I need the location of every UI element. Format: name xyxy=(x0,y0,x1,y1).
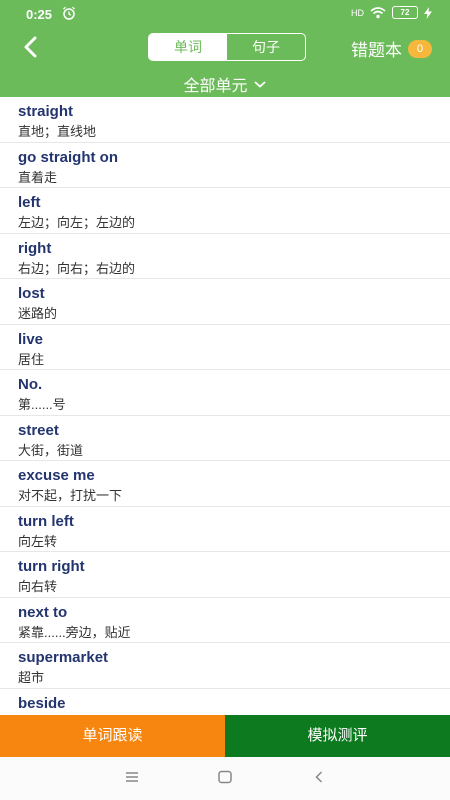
status-icons: HD 72 xyxy=(351,6,432,19)
list-item[interactable]: turn left 向左转 xyxy=(0,507,450,552)
signal-icon: HD xyxy=(351,7,364,18)
word-meaning: 直着走 xyxy=(18,169,58,185)
mock-test-button[interactable]: 模拟测评 xyxy=(225,715,450,757)
follow-read-button[interactable]: 单词跟读 xyxy=(0,715,225,757)
word-text: live xyxy=(18,330,44,348)
mode-tabs: 单词 句子 xyxy=(148,33,306,61)
battery-icon: 72 xyxy=(392,6,418,19)
list-item[interactable]: right 右边；向右；右边的 xyxy=(0,234,450,279)
tab-words[interactable]: 单词 xyxy=(149,34,227,60)
word-meaning: 向右转 xyxy=(18,579,58,594)
word-text: beside xyxy=(18,694,66,712)
nav-back-icon[interactable] xyxy=(312,770,326,789)
list-item[interactable]: supermarket 超市 xyxy=(0,643,450,689)
word-meaning: 居住 xyxy=(18,351,45,367)
word-meaning: 紧靠......旁边，贴近 xyxy=(18,624,131,640)
word-meaning: 大街，街道 xyxy=(18,442,84,458)
back-icon[interactable] xyxy=(18,34,44,60)
list-item[interactable]: excuse me 对不起，打扰一下 xyxy=(0,461,450,507)
word-meaning: 直地；直线地 xyxy=(18,124,97,139)
word-text: excuse me xyxy=(18,467,95,484)
menu-icon[interactable] xyxy=(124,770,140,789)
word-text: straight xyxy=(18,103,74,120)
wifi-icon xyxy=(370,6,386,18)
status-bar: 0:25 HD 72 xyxy=(0,0,450,28)
charging-icon xyxy=(424,6,432,19)
unit-selector-label: 全部单元 xyxy=(183,78,248,95)
word-text: turn left xyxy=(18,512,74,530)
alarm-icon xyxy=(63,6,75,20)
word-text: left xyxy=(18,194,41,211)
list-item[interactable]: live 居住 xyxy=(0,325,450,370)
word-meaning: 对不起，打扰一下 xyxy=(18,488,123,503)
word-text: next to xyxy=(18,603,68,621)
error-book-label: 错题本 xyxy=(351,41,402,60)
word-meaning: 右边；向右；右边的 xyxy=(18,260,136,276)
system-nav-bar xyxy=(0,757,450,800)
list-item[interactable]: left 左边；向左；左边的 xyxy=(0,188,450,234)
list-item[interactable]: straight 直地；直线地 xyxy=(0,97,450,143)
status-time: 0:25 xyxy=(26,7,53,22)
word-text: No. xyxy=(18,376,43,393)
word-meaning: 迷路的 xyxy=(18,306,58,321)
home-icon[interactable] xyxy=(217,770,233,789)
list-item[interactable]: beside xyxy=(0,689,450,716)
tab-sentences[interactable]: 句子 xyxy=(227,34,305,60)
unit-selector[interactable]: 全部单元 xyxy=(0,72,450,96)
word-meaning: 超市 xyxy=(18,670,45,685)
word-text: lost xyxy=(18,285,45,302)
word-text: supermarket xyxy=(18,649,109,666)
error-book-button[interactable]: 错题本 0 xyxy=(351,36,432,61)
word-meaning: 向左转 xyxy=(18,533,58,549)
bottom-action-bar: 单词跟读 模拟测评 xyxy=(0,715,450,757)
list-item[interactable]: turn right 向右转 xyxy=(0,552,450,598)
word-text: go straight on xyxy=(18,148,118,166)
word-meaning: 左边；向左；左边的 xyxy=(18,215,136,230)
chevron-down-icon xyxy=(253,81,266,88)
list-item[interactable]: go straight on 直着走 xyxy=(0,143,450,188)
list-item[interactable]: lost 迷路的 xyxy=(0,279,450,325)
error-count-badge: 0 xyxy=(408,39,432,58)
word-text: right xyxy=(18,239,52,257)
word-text: turn right xyxy=(18,558,85,575)
word-meaning: 第......号 xyxy=(18,397,66,412)
word-list: straight 直地；直线地 go straight on 直着走 left 左边；… xyxy=(0,97,450,715)
app-header: 0:25 HD 72 单词 句子 错题本 0 全部单元 xyxy=(0,0,450,97)
list-item[interactable]: No. 第......号 xyxy=(0,370,450,416)
list-item[interactable]: street 大街，街道 xyxy=(0,416,450,461)
word-text: street xyxy=(18,421,59,439)
list-item[interactable]: next to 紧靠......旁边，贴近 xyxy=(0,598,450,643)
